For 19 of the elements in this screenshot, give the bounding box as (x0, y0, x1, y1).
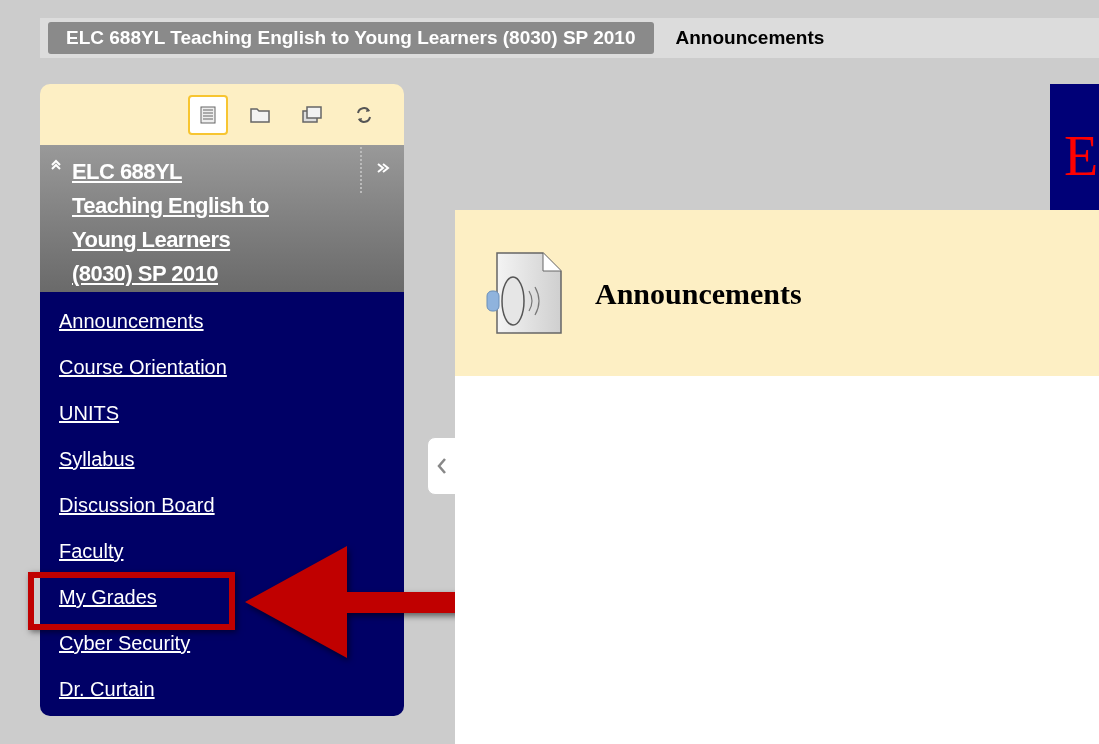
menu-link[interactable]: Faculty (59, 536, 124, 566)
collapse-tab[interactable] (427, 437, 457, 495)
speaker-document-icon (485, 251, 565, 335)
menu-link[interactable]: Syllabus (59, 444, 135, 474)
menu-link[interactable]: Announcements (59, 306, 204, 336)
banner-text: E (1064, 126, 1099, 186)
menu-link[interactable]: Dr. Curtain (59, 674, 155, 704)
menu-link[interactable]: Cyber Security (59, 628, 191, 658)
chevron-left-icon (437, 457, 447, 475)
menu-link[interactable]: My Grades (59, 582, 157, 612)
menu-link[interactable]: Course Orientation (59, 352, 227, 382)
list-view-button[interactable] (188, 94, 228, 135)
menu-link[interactable]: UNITS (59, 398, 119, 428)
menu-link[interactable]: Discussion Board (59, 490, 215, 520)
collapse-icon[interactable] (50, 159, 62, 171)
breadcrumb-current[interactable]: Announcements (675, 23, 825, 53)
page-title: Announcements (595, 275, 802, 312)
course-title-link[interactable]: ELC 688YL Teaching English to Young Learners (8030) SP 2010 (72, 155, 272, 292)
expand-icon[interactable] (376, 162, 390, 174)
